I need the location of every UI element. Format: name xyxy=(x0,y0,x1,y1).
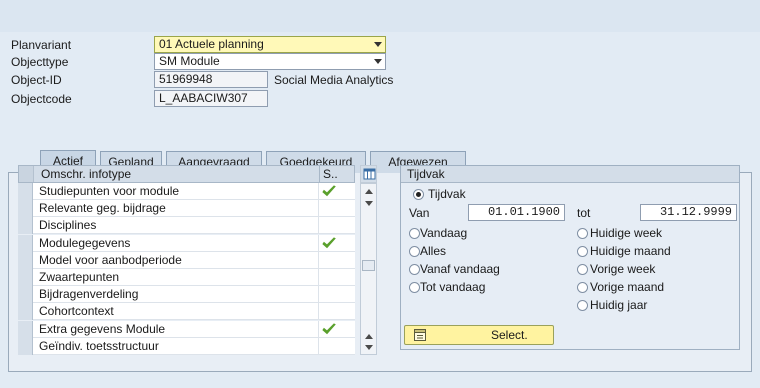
check-icon xyxy=(322,185,336,197)
table-row[interactable]: Geïndiv. toetsstructuur xyxy=(18,337,355,355)
radio-alles-label: Alles xyxy=(420,244,447,258)
van-date-field[interactable]: 01.01.1900 xyxy=(468,204,565,221)
column-header-status[interactable]: S.. xyxy=(319,166,338,182)
radio-tot-vandaag-label: Tot vandaag xyxy=(420,280,486,294)
table-row[interactable]: Model voor aanbodperiode xyxy=(18,251,355,269)
select-button-label: Select. xyxy=(491,328,528,342)
status-cell xyxy=(318,183,354,200)
status-cell xyxy=(318,303,354,321)
radio-huidige-week[interactable] xyxy=(577,228,588,239)
status-cell xyxy=(318,337,354,355)
table-scrollbar[interactable] xyxy=(360,183,377,355)
chevron-down-icon[interactable] xyxy=(374,42,382,47)
status-cell xyxy=(318,269,354,286)
table-row[interactable]: Zwaartepunten xyxy=(18,269,355,286)
tot-date-field[interactable]: 31.12.9999 xyxy=(640,204,737,221)
row-selector[interactable] xyxy=(18,303,33,321)
radio-alles[interactable] xyxy=(409,246,420,257)
infotype-name: Cohortcontext xyxy=(39,304,114,319)
row-selector[interactable] xyxy=(18,183,33,200)
status-cell xyxy=(318,234,354,252)
table-header: Omschr. infotype S.. xyxy=(18,165,355,183)
radio-tot-vandaag[interactable] xyxy=(409,282,420,293)
planvariant-label: Planvariant xyxy=(11,38,72,52)
scroll-up-icon[interactable] xyxy=(365,334,373,339)
infotype-name: Zwaartepunten xyxy=(39,270,120,284)
tijdvak-title: Tijdvak xyxy=(401,166,739,183)
radio-tijdvak-label: Tijdvak xyxy=(428,187,466,201)
infotype-name: Extra gegevens Module xyxy=(39,321,166,336)
radio-huidige-maand[interactable] xyxy=(577,246,588,257)
scroll-down-icon[interactable] xyxy=(365,345,373,350)
objectcode-label: Objectcode xyxy=(11,92,72,106)
column-header-omschr[interactable]: Omschr. infotype xyxy=(41,166,131,182)
status-cell xyxy=(318,217,354,235)
row-selector[interactable] xyxy=(18,251,33,269)
radio-vanaf-vandaag-label: Vanaf vandaag xyxy=(420,262,500,276)
table-row[interactable]: Extra gegevens Module xyxy=(18,320,355,338)
objecttype-value: SM Module xyxy=(159,54,220,68)
object-description: Social Media Analytics xyxy=(274,73,394,87)
table-row[interactable]: Relevante geg. bijdrage xyxy=(18,200,355,218)
check-icon xyxy=(322,236,336,248)
table-row[interactable]: Disciplines xyxy=(18,217,355,235)
status-cell xyxy=(318,320,354,338)
tijdvak-groupbox: Tijdvak Tijdvak Van 01.01.1900 tot 31.12… xyxy=(400,165,740,350)
planvariant-dropdown[interactable]: 01 Actuele planning xyxy=(154,36,386,53)
row-selector[interactable] xyxy=(18,337,33,355)
infotype-name: Relevante geg. bijdrage xyxy=(39,201,166,216)
table-row[interactable]: Modulegegevens xyxy=(18,234,355,252)
radio-huidig-jaar-label: Huidig jaar xyxy=(590,298,648,312)
row-selector[interactable] xyxy=(18,269,33,286)
van-label: Van xyxy=(409,206,430,220)
scroll-thumb[interactable] xyxy=(362,260,375,271)
radio-vorige-week-label: Vorige week xyxy=(590,262,656,276)
select-button[interactable]: Select. xyxy=(404,325,554,345)
select-icon xyxy=(414,329,426,341)
objecttype-label: Objecttype xyxy=(11,55,69,69)
status-cell xyxy=(318,200,354,218)
table-settings-icon xyxy=(363,168,376,180)
objecttype-dropdown[interactable]: SM Module xyxy=(154,53,386,70)
check-icon xyxy=(322,322,336,334)
radio-vanaf-vandaag[interactable] xyxy=(409,264,420,275)
row-selector[interactable] xyxy=(18,320,33,338)
planvariant-value: 01 Actuele planning xyxy=(159,37,264,51)
radio-huidige-maand-label: Huidige maand xyxy=(590,244,671,258)
status-cell xyxy=(318,286,354,304)
select-all-cell[interactable] xyxy=(19,166,34,182)
scroll-down-icon[interactable] xyxy=(365,201,373,206)
infotype-name: Modulegegevens xyxy=(39,235,131,250)
objectcode-field[interactable]: L_AABACIW307 xyxy=(154,90,268,107)
chevron-down-icon[interactable] xyxy=(374,59,382,64)
row-selector[interactable] xyxy=(18,200,33,218)
infotype-name: Studiepunten voor module xyxy=(39,184,180,198)
status-cell xyxy=(318,251,354,269)
row-selector[interactable] xyxy=(18,286,33,304)
table-settings-button[interactable] xyxy=(360,165,377,183)
object-id-field[interactable]: 51969948 xyxy=(154,71,268,88)
infotype-name: Disciplines xyxy=(39,218,97,233)
infotype-name: Model voor aanbodperiode xyxy=(39,252,182,267)
object-id-label: Object-ID xyxy=(11,73,62,87)
table-row[interactable]: Cohortcontext xyxy=(18,303,355,321)
table-row[interactable]: Studiepunten voor module xyxy=(18,183,355,200)
infotype-name: Geïndiv. toetsstructuur xyxy=(39,338,159,353)
radio-vandaag[interactable] xyxy=(409,228,420,239)
scroll-up-icon[interactable] xyxy=(365,189,373,194)
tot-label: tot xyxy=(577,206,591,220)
row-selector[interactable] xyxy=(18,234,33,252)
table-row[interactable]: Bijdragenverdeling xyxy=(18,286,355,304)
radio-vorige-maand[interactable] xyxy=(577,282,588,293)
infotype-name: Bijdragenverdeling xyxy=(39,287,139,302)
radio-vorige-week[interactable] xyxy=(577,264,588,275)
radio-vorige-maand-label: Vorige maand xyxy=(590,280,665,294)
radio-huidige-week-label: Huidige week xyxy=(590,226,663,240)
radio-huidig-jaar[interactable] xyxy=(577,300,588,311)
top-strip xyxy=(0,0,760,32)
radio-tijdvak[interactable] xyxy=(413,189,424,200)
row-selector[interactable] xyxy=(18,217,33,235)
radio-vandaag-label: Vandaag xyxy=(420,226,468,240)
